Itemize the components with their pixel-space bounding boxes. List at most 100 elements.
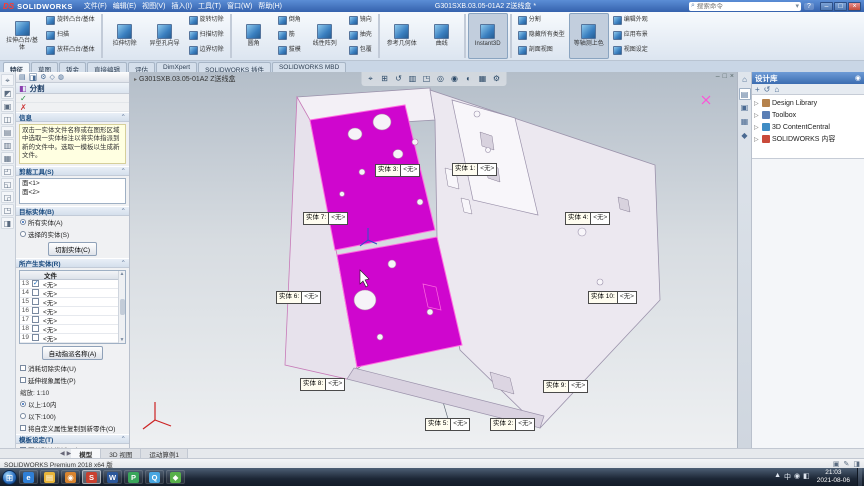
ribbon-button[interactable]: 旋转切除 xyxy=(185,13,228,28)
library-toolbar-icon[interactable]: ↺ xyxy=(764,85,771,94)
body-callout[interactable]: 实体 1: <无> xyxy=(452,163,498,176)
library-tree-item[interactable]: ▷ Design Library xyxy=(754,97,862,109)
document-tab[interactable]: 3D 视图 xyxy=(101,449,142,459)
menu-item[interactable]: 工具(T) xyxy=(198,1,221,11)
expander-icon[interactable]: ▷ xyxy=(754,112,760,119)
tray-icon[interactable]: 中 xyxy=(784,472,791,482)
task-pane-tab-icon[interactable]: ◆ xyxy=(739,130,751,142)
status-icon[interactable]: ◨ xyxy=(853,460,860,468)
taskbar-app-icon[interactable]: e xyxy=(19,470,38,484)
menu-item[interactable]: 视图(V) xyxy=(142,1,165,11)
callout-value[interactable]: <无> xyxy=(302,291,322,304)
ribbon-button[interactable]: 抽壳 xyxy=(345,28,376,43)
body-callout[interactable]: 实体 8: <无> xyxy=(300,378,346,391)
filter-toolbar-icon[interactable]: ⌖ xyxy=(1,74,14,86)
tab-scroll-arrows[interactable]: ◀ ▶ xyxy=(60,450,71,457)
taskbar-app-icon[interactable]: ▤ xyxy=(40,470,59,484)
ribbon-button[interactable]: 拉伸切除 xyxy=(105,13,145,59)
task-pane-tab-icon[interactable]: ▦ xyxy=(739,116,751,128)
message-group-header[interactable]: 信息 ⌃ xyxy=(16,112,129,122)
filter-toolbar-icon[interactable]: ◳ xyxy=(1,204,14,216)
template-settings-group-header[interactable]: 模板设定(T) ⌃ xyxy=(16,433,129,444)
row-checkbox[interactable] xyxy=(32,279,39,288)
ribbon-button[interactable]: Instant3D xyxy=(467,13,508,59)
body-callout[interactable]: 实体 7: <无> xyxy=(303,212,349,225)
menu-item[interactable]: 编辑(E) xyxy=(113,1,136,11)
task-pane-tab-icon[interactable]: ▣ xyxy=(739,102,751,114)
manager-tab-icon[interactable]: ▤ xyxy=(19,73,26,81)
ribbon-button[interactable]: 参考几何体 xyxy=(382,13,422,59)
menu-item[interactable]: 插入(I) xyxy=(171,1,192,11)
library-toolbar-icon[interactable]: + xyxy=(755,85,760,94)
document-tab[interactable]: 模型 xyxy=(71,449,102,459)
commandmanager-tab[interactable]: 钣金 xyxy=(59,62,86,74)
ribbon-button[interactable]: 圆角 xyxy=(234,13,274,59)
body-callout[interactable]: 实体 6: <无> xyxy=(276,291,322,304)
callout-value[interactable]: <无> xyxy=(401,164,421,177)
row-checkbox[interactable] xyxy=(32,298,39,306)
cancel-button[interactable]: ✗ xyxy=(20,103,27,112)
callout-value[interactable]: <无> xyxy=(569,380,589,393)
filter-toolbar-icon[interactable]: ◫ xyxy=(1,113,14,125)
search-input[interactable] xyxy=(696,2,794,10)
expander-icon[interactable]: ▷ xyxy=(754,100,760,107)
row-checkbox[interactable] xyxy=(32,334,39,342)
callout-value[interactable]: <无> xyxy=(451,418,471,431)
target-bodies-group-header[interactable]: 目标实体(B) ⌃ xyxy=(16,205,129,216)
search-dropdown-icon[interactable]: ▾ xyxy=(795,2,799,10)
callout-value[interactable]: <无> xyxy=(478,163,498,176)
row-checkbox[interactable] xyxy=(32,307,39,315)
task-pane-tab-icon[interactable]: ▤ xyxy=(738,88,751,100)
ribbon-button[interactable]: 隐藏所有类型 xyxy=(514,28,569,43)
radio-selected-bodies[interactable]: 选择的实体(S) xyxy=(16,228,129,240)
body-callout[interactable]: 实体 10: <无> xyxy=(588,291,637,304)
manager-tab-icon[interactable]: ◍ xyxy=(58,73,64,81)
table-scrollbar[interactable]: ▲ ▼ xyxy=(118,270,125,343)
library-tree-item[interactable]: ▷ Toolbox xyxy=(754,109,862,121)
taskbar-app-icon[interactable]: Q xyxy=(145,470,164,484)
tray-icon[interactable]: ▲ xyxy=(774,472,781,482)
ribbon-button[interactable]: 等轴测上色 xyxy=(568,13,609,59)
ribbon-button[interactable]: 拔模 xyxy=(274,43,305,58)
task-pane-tab-icon[interactable]: ⌂ xyxy=(739,74,751,86)
commandmanager-tab[interactable]: 草图 xyxy=(31,62,58,74)
show-desktop-button[interactable] xyxy=(857,468,862,486)
row-checkbox[interactable] xyxy=(32,289,39,297)
filter-toolbar-icon[interactable]: ◰ xyxy=(1,165,14,177)
library-tree-item[interactable]: ▷ SOLIDWORKS 内容 xyxy=(754,133,862,145)
filter-toolbar-icon[interactable]: ◨ xyxy=(1,217,14,229)
copy-properties-checkbox[interactable]: 将自定义属性复制到新零件(O) xyxy=(16,422,129,434)
filter-toolbar-icon[interactable]: ◱ xyxy=(1,178,14,190)
manager-tab-icon[interactable]: ⚙ xyxy=(40,73,46,81)
callout-value[interactable]: <无> xyxy=(591,212,611,225)
expander-icon[interactable]: ▷ xyxy=(754,124,760,131)
callout-value[interactable]: <无> xyxy=(617,291,637,304)
status-icon[interactable]: ▣ xyxy=(833,460,840,468)
commandmanager-tab[interactable]: 直接编辑 xyxy=(87,62,127,74)
command-search[interactable]: ⌕ ▾ xyxy=(689,1,801,11)
ribbon-button[interactable]: 倒角 xyxy=(274,13,305,28)
library-tree-item[interactable]: ▷ 3D ContentCentral xyxy=(754,121,862,133)
taskbar-app-icon[interactable]: S xyxy=(82,470,101,484)
radio-scale-below[interactable]: 以下:100) xyxy=(16,410,129,422)
auto-assign-names-button[interactable]: 自动指派名称(A) xyxy=(41,345,104,360)
filter-toolbar-icon[interactable]: ▤ xyxy=(1,126,14,138)
body-callout[interactable]: 实体 3: <无> xyxy=(375,164,421,177)
library-toolbar-icon[interactable]: ⌂ xyxy=(774,85,779,94)
ribbon-button[interactable]: 扫描 xyxy=(42,28,99,43)
body-callout[interactable]: 实体 9: <无> xyxy=(543,380,589,393)
body-callout[interactable]: 实体 5: <无> xyxy=(425,418,471,431)
taskbar-clock[interactable]: 21:03 2021-08-06 xyxy=(813,469,854,485)
menu-item[interactable]: 文件(F) xyxy=(84,1,107,11)
ribbon-button[interactable]: 拉伸凸台/基体 xyxy=(2,13,42,59)
pin-icon[interactable]: ◉ xyxy=(855,74,861,82)
filter-toolbar-icon[interactable]: ▦ xyxy=(1,152,14,164)
radio-scale-above[interactable]: 以上:10内 xyxy=(16,398,129,410)
body-callout[interactable]: 实体 2: <无> xyxy=(490,418,536,431)
ribbon-button[interactable]: 边界切除 xyxy=(185,43,228,58)
propagate-visual-checkbox[interactable]: 延伸视象属性(P) xyxy=(16,374,129,386)
taskbar-app-icon[interactable]: ◆ xyxy=(166,470,185,484)
row-file-value[interactable]: <无> xyxy=(41,333,118,343)
ribbon-button[interactable]: 视图设定 xyxy=(609,43,652,58)
ribbon-button[interactable]: 异型孔向导 xyxy=(145,13,185,59)
